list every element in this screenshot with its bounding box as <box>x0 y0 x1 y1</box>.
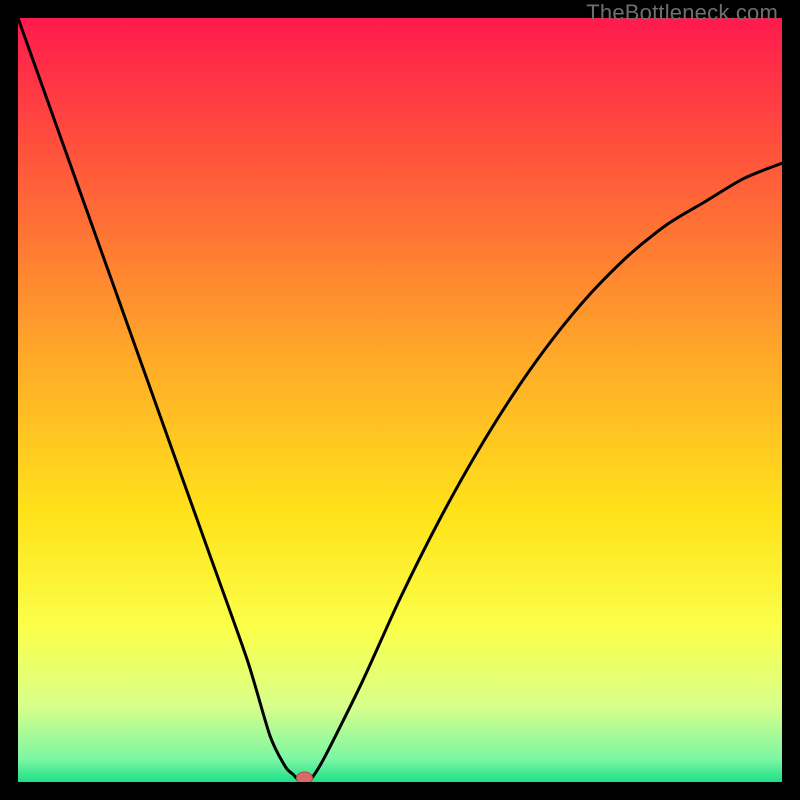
watermark-label: TheBottleneck.com <box>586 0 778 26</box>
optimal-point-marker <box>297 772 313 782</box>
bottleneck-curve-plot <box>18 18 782 782</box>
plot-frame <box>18 18 782 782</box>
gradient-background <box>18 18 782 782</box>
